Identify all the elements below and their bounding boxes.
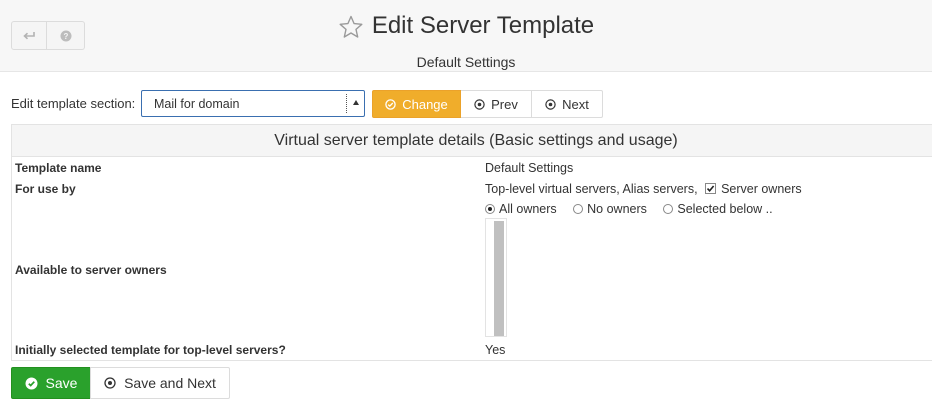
next-button[interactable]: Next (531, 90, 603, 118)
radio-selected-below-wrap[interactable]: Selected below .. (663, 202, 773, 216)
checkmark-icon (706, 185, 715, 193)
for-use-by-value: Top-level virtual servers, Alias servers… (485, 182, 802, 196)
arrow-circle-right-icon (104, 377, 116, 389)
template-section-select-value: Mail for domain (154, 97, 240, 111)
initially-selected-label: Initially selected template for top-leve… (15, 343, 286, 357)
listbox-scrollbar[interactable] (494, 221, 504, 336)
server-owners-checkbox-wrap[interactable]: Server owners (705, 182, 802, 196)
radio-all-owners-label: All owners (499, 202, 557, 216)
radio-all-owners-wrap[interactable]: All owners (485, 202, 560, 216)
template-name-label: Template name (15, 161, 102, 175)
check-circle-icon (385, 98, 396, 110)
radio-selected-below-label: Selected below .. (677, 202, 773, 216)
arrow-circle-left-icon (474, 98, 485, 110)
page-header: ? Edit Server Template Default Settings (0, 0, 932, 72)
select-divider (346, 94, 348, 113)
arrow-circle-right-icon (545, 98, 556, 110)
owners-availability-radios: All owners No owners Selected below .. (485, 202, 773, 216)
server-owners-listbox[interactable] (485, 218, 507, 337)
save-button-label: Save (45, 375, 78, 391)
star-outline-icon[interactable] (338, 14, 364, 40)
template-section-select[interactable]: Mail for domain (141, 90, 365, 117)
available-to-owners-label: Available to server owners (15, 263, 167, 277)
radio-all-owners[interactable] (485, 204, 495, 214)
page-subtitle: Default Settings (416, 54, 516, 70)
for-use-by-text: Top-level virtual servers, Alias servers… (485, 182, 698, 196)
change-button[interactable]: Change (372, 90, 461, 118)
radio-no-owners-wrap[interactable]: No owners (573, 202, 650, 216)
caret-up-icon (353, 100, 359, 105)
initially-selected-value: Yes (485, 343, 506, 357)
template-details-panel: Virtual server template details (Basic s… (11, 124, 932, 361)
radio-no-owners-label: No owners (587, 202, 647, 216)
for-use-by-label: For use by (15, 182, 76, 196)
server-owners-label: Server owners (721, 182, 802, 196)
radio-selected-below[interactable] (663, 204, 674, 214)
section-selector-row: Edit template section: Mail for domain C… (0, 89, 932, 119)
radio-no-owners[interactable] (573, 204, 584, 214)
page-title: Edit Server Template (371, 12, 595, 39)
panel-heading: Virtual server template details (Basic s… (12, 125, 932, 157)
save-button[interactable]: Save (11, 367, 91, 399)
save-and-next-label: Save and Next (124, 375, 216, 391)
next-button-label: Next (562, 96, 589, 112)
check-circle-icon (25, 377, 38, 389)
prev-button[interactable]: Prev (461, 90, 532, 118)
change-button-label: Change (402, 96, 448, 112)
prev-button-label: Prev (491, 96, 518, 112)
server-owners-checkbox[interactable] (705, 183, 717, 194)
section-selector-label: Edit template section: (11, 96, 136, 111)
template-name-value: Default Settings (485, 161, 574, 175)
save-and-next-button[interactable]: Save and Next (90, 367, 230, 399)
